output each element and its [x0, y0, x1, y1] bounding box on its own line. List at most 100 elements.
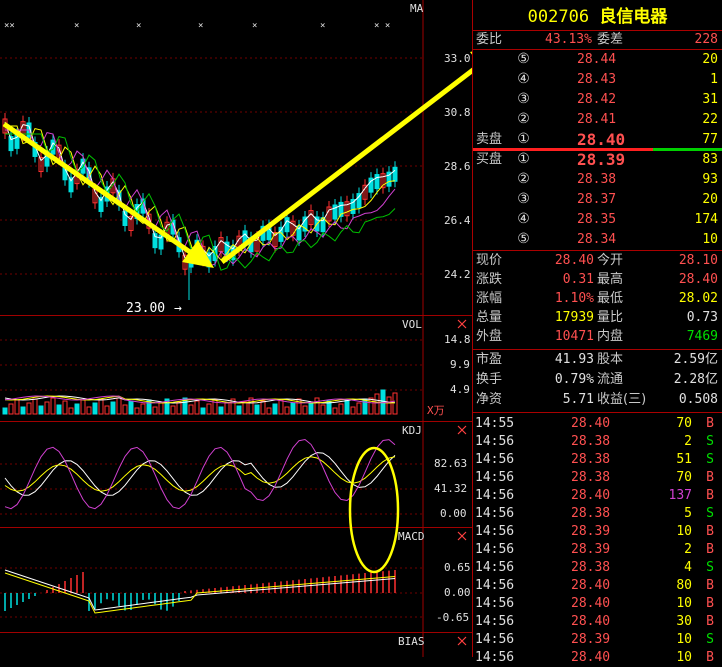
tick-row[interactable]: 14:56 28.39 10 S [473, 631, 722, 649]
tick-time: 14:56 [475, 434, 515, 449]
tick-price: 28.39 [571, 542, 611, 557]
tick-volume: 10 [676, 596, 692, 611]
stat-label: 收益(三) [597, 392, 647, 407]
sell-order-row: ② 28.41 22 [473, 111, 722, 129]
volume-bar [386, 396, 392, 415]
stat-value: 0.79% [554, 372, 594, 387]
tick-time: 14:56 [475, 542, 515, 557]
tick-volume: 10 [676, 632, 692, 647]
tick-volume: 5 [684, 506, 692, 521]
tick-side: B [706, 596, 714, 611]
volume-bar [338, 403, 344, 415]
volume-bar [380, 389, 386, 415]
tick-time: 14:56 [475, 488, 515, 503]
tick-row[interactable]: 14:56 28.39 10 B [473, 523, 722, 541]
stat-row: 净资 5.71 收益(三) 0.508 [473, 391, 722, 409]
close-icon[interactable] [457, 425, 467, 435]
sell-order-row: ④ 28.43 1 [473, 71, 722, 89]
buy-order-volume: 10 [702, 232, 718, 247]
stat-label: 换手 [476, 372, 503, 387]
volume-bar [314, 397, 320, 415]
stat-value: 2.59亿 [673, 352, 718, 367]
tick-row[interactable]: 14:56 28.40 137 B [473, 487, 722, 505]
tick-row[interactable]: 14:56 28.38 51 S [473, 451, 722, 469]
tick-price: 28.40 [571, 650, 611, 665]
tick-row[interactable]: 14:56 28.38 2 S [473, 433, 722, 451]
close-icon[interactable] [457, 319, 467, 329]
volume-bar [26, 402, 32, 415]
volume-bar [62, 400, 68, 415]
chart-area[interactable]: MA 33.0 30.8 28.6 26.4 24.2 VOL 14.8 9.9… [0, 0, 506, 657]
volume-bar [194, 400, 200, 415]
tick-price: 28.40 [571, 596, 611, 611]
tick-price: 28.38 [571, 434, 611, 449]
volume-bar [350, 406, 356, 415]
tick-row[interactable]: 14:56 28.40 10 B [473, 595, 722, 613]
volume-bar [140, 403, 146, 415]
close-icon[interactable] [457, 636, 467, 646]
tick-row[interactable]: 14:56 28.40 80 B [473, 577, 722, 595]
volume-bar [254, 404, 260, 415]
sell-order-volume: 22 [702, 112, 718, 127]
volume-bar [2, 407, 8, 415]
close-icon[interactable] [457, 531, 467, 541]
stock-chart-svg[interactable]: MA 33.0 30.8 28.6 26.4 24.2 VOL 14.8 9.9… [0, 0, 506, 657]
volume-bar [224, 402, 230, 415]
volume-bar [38, 405, 44, 415]
volume-bar [206, 403, 212, 415]
volume-bar [260, 400, 266, 415]
weibi-label: 委比 [476, 32, 503, 47]
tick-row[interactable]: 14:56 28.38 5 S [473, 505, 722, 523]
sell-order-price: 28.41 [577, 112, 617, 127]
stat-label: 总量 [476, 310, 503, 325]
buy-order-row: ① 28.39 83 [473, 151, 722, 169]
kdj-highlight-ellipse [348, 446, 400, 574]
tick-row[interactable]: 14:55 28.40 70 B [473, 415, 722, 433]
buy-order-price: 28.38 [577, 172, 617, 187]
stat-label: 最低 [597, 291, 624, 306]
tick-row[interactable]: 14:56 28.38 4 S [473, 559, 722, 577]
sell-label-row: 卖盘 [473, 131, 722, 149]
volume-bar [272, 403, 278, 415]
price-tick: 33.0 [444, 52, 471, 65]
price-tick: 28.6 [444, 160, 471, 173]
tick-volume: 70 [676, 416, 692, 431]
stat-label: 量比 [597, 310, 624, 325]
tick-time: 14:56 [475, 632, 515, 647]
tick-row[interactable]: 14:56 28.39 2 B [473, 541, 722, 559]
tick-row[interactable]: 14:56 28.38 70 B [473, 469, 722, 487]
weibi-value: 43.13% [545, 32, 592, 47]
buy-order-row: ⑤ 28.34 10 [473, 231, 722, 249]
volume-bar [44, 401, 50, 415]
stat-value: 0.73 [686, 310, 718, 325]
macd-tick: 0.00 [444, 586, 471, 599]
top-marker: × [252, 21, 257, 31]
stat-label: 最高 [597, 272, 624, 287]
stat-value: 1.10% [554, 291, 594, 306]
sell-order-price: 28.44 [577, 52, 617, 67]
stat-value: 0.31 [562, 272, 594, 287]
sell-order-level: ⑤ [517, 51, 530, 67]
buy-order-price: 28.35 [577, 212, 617, 227]
volume-bar [128, 400, 134, 415]
stat-label: 净资 [476, 392, 503, 407]
volume-bar [50, 397, 56, 415]
buy-order-price: 28.37 [577, 192, 617, 207]
sell-order-price: 28.43 [577, 72, 617, 87]
tick-time: 14:55 [475, 416, 515, 431]
buy-order-row: ③ 28.37 20 [473, 191, 722, 209]
bias-label: BIAS [398, 635, 425, 648]
tick-row[interactable]: 14:56 28.40 10 B [473, 649, 722, 667]
volume-bar [362, 398, 368, 415]
sell-order-volume: 20 [702, 52, 718, 67]
top-marker: × × [374, 21, 390, 31]
tick-price: 28.38 [571, 452, 611, 467]
vol-unit: X万 [427, 404, 445, 417]
buy-order-row: ④ 28.35 174 [473, 211, 722, 229]
volume-bar [242, 401, 248, 415]
tick-time: 14:56 [475, 578, 515, 593]
volume-bar [86, 406, 92, 415]
tick-row[interactable]: 14:56 28.40 30 B [473, 613, 722, 631]
stock-header: 002706 良信电器 [473, 6, 722, 28]
tick-volume: 4 [684, 560, 692, 575]
